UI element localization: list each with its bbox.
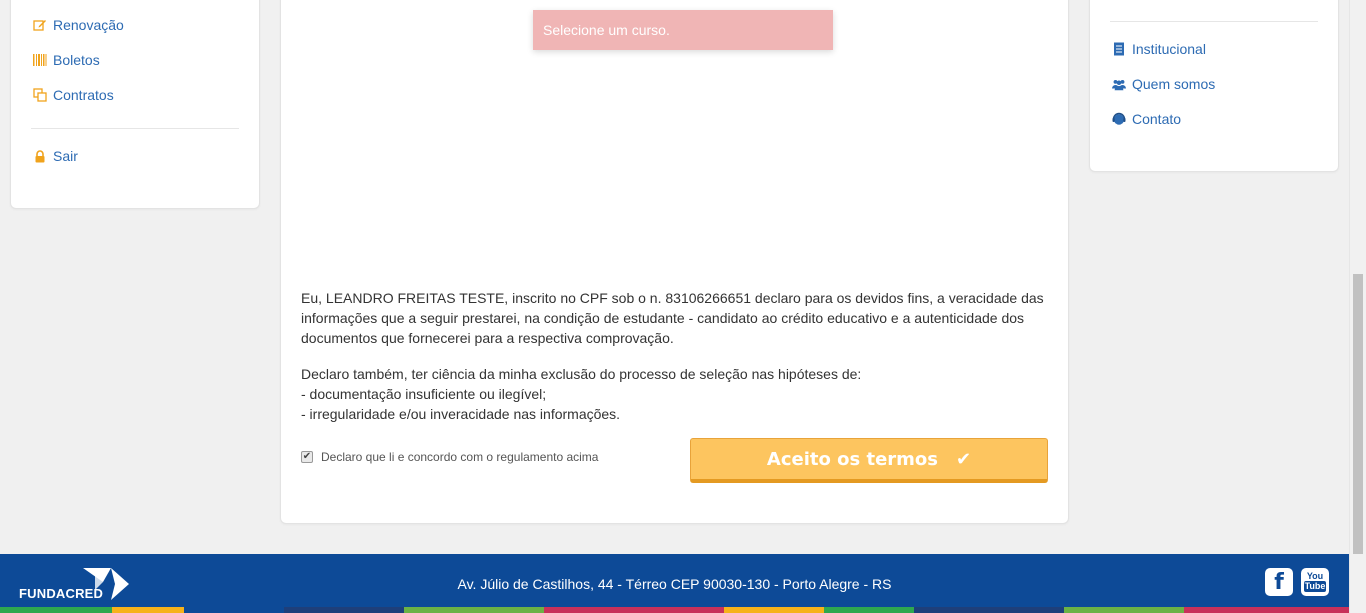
- menu-item-contratos[interactable]: Contratos: [33, 87, 114, 103]
- menu-item-label: Institucional: [1132, 41, 1206, 57]
- menu-item-quem-somos[interactable]: Quem somos: [1112, 76, 1215, 92]
- lock-icon: [33, 149, 47, 163]
- exclusion-paragraph: Declaro também, ter ciência da minha exc…: [301, 364, 1051, 424]
- menu-divider: [31, 128, 239, 129]
- edit-icon: [33, 18, 47, 32]
- menu-item-renovacao[interactable]: Renovação: [33, 17, 124, 33]
- exclusion-intro: Declaro também, ter ciência da minha exc…: [301, 366, 862, 382]
- accept-terms-label: Aceito os termos: [766, 448, 938, 470]
- exclusion-item: - irregularidade e/ou inveracidade nas i…: [301, 406, 621, 422]
- book-icon: [1112, 42, 1126, 56]
- youtube-icon: You Tube: [1303, 571, 1327, 592]
- menu-divider: [1110, 21, 1318, 22]
- youtube-icon-text: Tube: [1303, 581, 1327, 592]
- toast-message: Selecione um curso.: [533, 10, 833, 50]
- facebook-icon: f: [1274, 569, 1284, 595]
- headset-icon: [1112, 112, 1126, 126]
- youtube-icon-text: You: [1306, 571, 1324, 581]
- youtube-link[interactable]: You Tube: [1301, 568, 1329, 596]
- menu-item-label: Renovação: [53, 17, 124, 33]
- scrollbar-thumb[interactable]: [1353, 274, 1363, 554]
- exclusion-item: - documentação insuficiente ou ilegível;: [301, 386, 547, 402]
- menu-item-label: Quem somos: [1132, 76, 1216, 92]
- site-footer: FUNDACRED Av. Júlio de Castilhos, 44 - T…: [0, 554, 1349, 613]
- footer-color-stripe: [0, 607, 1349, 613]
- logout-label: Sair: [53, 148, 78, 164]
- agreement-checkbox-row[interactable]: ✔ Declaro que li e concordo com o regula…: [301, 450, 598, 464]
- footer-address: Av. Júlio de Castilhos, 44 - Térreo CEP …: [457, 576, 892, 592]
- menu-item-boletos[interactable]: Boletos: [33, 52, 100, 68]
- accept-terms-button[interactable]: Aceito os termos ✔: [690, 438, 1048, 483]
- users-icon: [1112, 77, 1126, 91]
- menu-item-institucional[interactable]: Institucional: [1112, 41, 1206, 57]
- barcode-icon: [33, 53, 47, 67]
- check-icon: ✔: [956, 448, 972, 470]
- agreement-checkbox[interactable]: ✔: [301, 451, 313, 463]
- menu-item-contato[interactable]: Contato: [1112, 111, 1181, 127]
- user-menu-card: Renovação Boletos Contratos Sair: [10, 0, 260, 209]
- menu-item-label: Contratos: [53, 87, 114, 103]
- copy-icon: [33, 88, 47, 102]
- menu-item-label: Boletos: [53, 52, 100, 68]
- page-scrollbar[interactable]: [1349, 0, 1366, 613]
- menu-item-label: Contato: [1132, 111, 1182, 127]
- institutional-menu-card: Institucional Quem somos Contato: [1089, 0, 1339, 172]
- logout-link[interactable]: Sair: [33, 148, 78, 164]
- facebook-link[interactable]: f: [1265, 568, 1293, 596]
- agreement-label: Declaro que li e concordo com o regulame…: [321, 450, 599, 464]
- declaration-paragraph: Eu, LEANDRO FREITAS TESTE, inscrito no C…: [301, 290, 1044, 346]
